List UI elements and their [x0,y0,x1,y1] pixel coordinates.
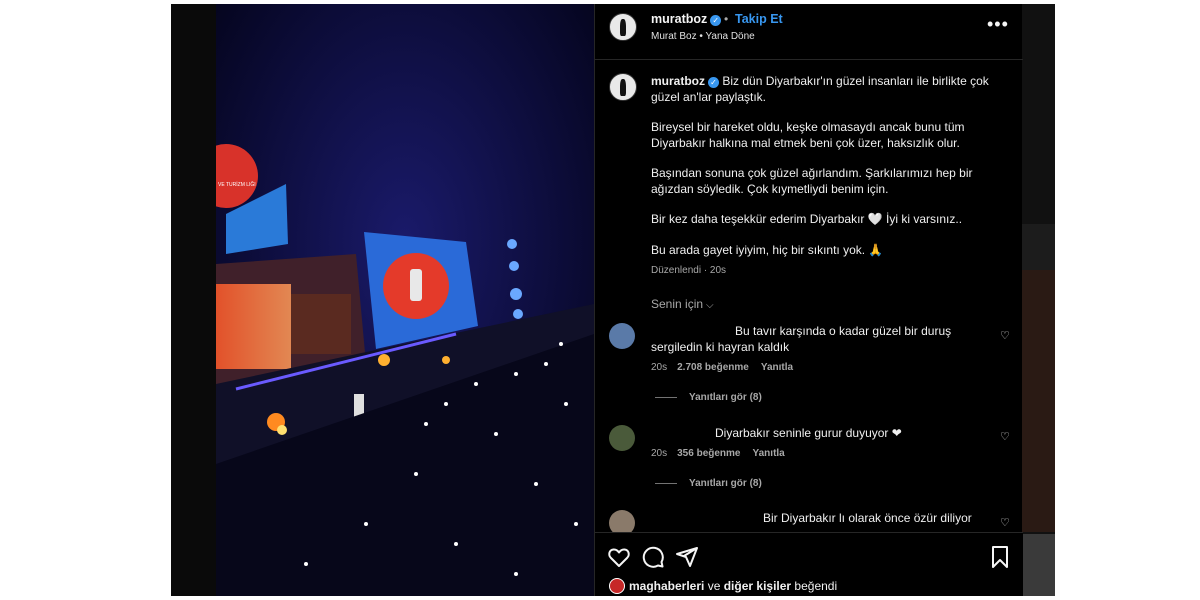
commenter-avatar[interactable] [609,425,635,451]
concert-scene-image: VE TURİZM LIĞI [216,4,594,596]
comment-text: Bu tavır karşında o kadar güzel bir duru… [651,324,952,354]
screenshot-border [168,596,1058,600]
media-screen-text: VE TURİZM LIĞI [218,181,256,188]
comment-meta: 20s 2.708 beğenme Yanıtla [651,362,793,373]
reply-button[interactable]: Yanıtla [761,362,793,373]
post-media-video[interactable]: VE TURİZM LIĞI [216,4,594,596]
liked-by-others[interactable]: diğer kişiler [724,579,791,593]
screenshot-border [1055,0,1058,600]
post-side-panel: muratboz ✓ • Takip Et Murat Boz • Yana Dö… [594,4,1023,596]
liked-by-summary[interactable]: maghaberleri ve diğer kişiler beğendi [609,578,837,594]
chevron-down-icon: ⌵ [706,300,714,311]
comment-meta: 20s 356 beğenme Yanıtla [651,448,785,459]
caption-paragraph: Bir kez daha teşekkür ederim Diyarbakır … [651,212,963,226]
more-options-icon[interactable]: ••• [987,14,1009,35]
comment-icon[interactable] [641,545,665,569]
view-replies-label[interactable]: Yanıtları gör (8) [689,478,762,489]
liked-by-user[interactable]: maghaberleri [629,579,704,593]
caption-avatar[interactable] [609,73,637,101]
comment-sort-label[interactable]: Senin için [651,297,703,311]
caption-paragraph: Bireysel bir hareket oldu, keşke olmasay… [651,120,965,150]
reply-button[interactable]: Yanıtla [753,448,785,459]
screenshot-border [168,0,1058,4]
post-caption: muratboz ✓ Biz dün Diyarbakır'ın güzel in… [651,74,991,258]
comment-like-icon[interactable]: ♡ [1000,331,1010,342]
share-icon[interactable] [675,545,699,569]
author-avatar[interactable] [609,13,637,41]
verified-badge-icon: ✓ [710,15,722,26]
commenter-avatar[interactable] [609,323,635,349]
background-feed-peek [1022,4,1055,600]
bookmark-icon[interactable] [988,545,1012,569]
comment-text: Diyarbakır seninle gurur duyuyor ❤ [715,426,902,440]
screenshot-border [168,0,171,600]
caption-meta: Düzenlendi · 20s [651,265,727,276]
audio-subtitle[interactable]: Murat Boz • Yana Döne [651,31,755,42]
heart-icon[interactable] [607,545,631,569]
view-replies-button[interactable]: Yanıtları gör (8) [655,478,762,489]
follow-button[interactable]: Takip Et [735,12,783,26]
liked-by-connector: ve [704,579,724,593]
post-header: muratboz ✓ • Takip Et Murat Boz • Yana Dö… [595,4,1023,60]
verified-badge-icon: ✓ [708,77,719,88]
comment-text: Bir Diyarbakır lı olarak önce özür diliy… [763,511,972,525]
comment-sort-dropdown[interactable]: Senin için ⌵ [651,297,714,311]
caption-paragraph: Bu arada gayet iyiyim, hiç bir sıkıntı y… [651,242,884,257]
page-margin-right [1058,0,1200,600]
comment-like-count[interactable]: 356 beğenme [677,448,740,459]
author-username[interactable]: muratboz ✓ [651,12,722,26]
comment-like-icon[interactable]: ♡ [1000,432,1010,443]
separator-dot: • [724,12,729,26]
comment-time: 20s [651,362,668,373]
caption-username[interactable]: muratboz [651,74,705,88]
caption-paragraph: Başından sonuna çok güzel ağırlandım. Şa… [651,166,973,196]
comment-like-icon[interactable]: ♡ [1000,518,1010,529]
author-username-text[interactable]: muratboz [651,12,707,26]
comment-like-count[interactable]: 2.708 beğenme [677,362,749,373]
page-margin-left [0,0,168,600]
post-action-bar: maghaberleri ve diğer kişiler beğendi [595,532,1023,596]
liked-by-avatar[interactable] [609,578,625,594]
comment-time: 20s [651,448,668,459]
view-replies-label[interactable]: Yanıtları gör (8) [689,392,762,403]
view-replies-button[interactable]: Yanıtları gör (8) [655,392,762,403]
liked-by-suffix: beğendi [791,579,838,593]
